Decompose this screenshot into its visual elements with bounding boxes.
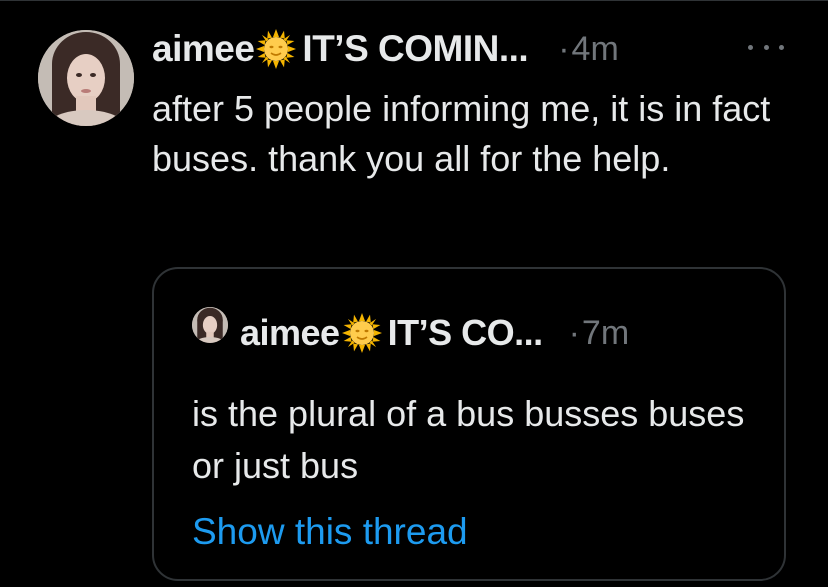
quote-author-name: aimee	[240, 312, 340, 353]
avatar[interactable]	[38, 30, 134, 126]
tweet: aimee IT’S COMIN... · 4m after 5 people …	[0, 0, 828, 587]
show-thread-link[interactable]: Show this thread	[192, 504, 468, 560]
more-dot	[763, 44, 769, 50]
quote-text: is the plural of a bus busses buses or j…	[192, 393, 745, 486]
sun-with-face-icon	[341, 313, 382, 353]
timestamp[interactable]: 4m	[572, 30, 619, 69]
more-options-icon[interactable]	[748, 36, 784, 58]
tweet-text: after 5 people informing me, it is in fa…	[152, 88, 771, 179]
quote-avatar-photo	[192, 307, 228, 343]
quote-avatar	[192, 307, 228, 343]
more-dot	[748, 44, 753, 50]
separator-dot: ·	[558, 29, 570, 68]
quote-header: aimee IT’S CO... · 7m	[240, 308, 629, 358]
quote-display-name-suffix: IT’S CO...	[387, 312, 544, 353]
more-dot	[779, 44, 784, 50]
avatar-photo	[38, 30, 134, 126]
quote-separator-dot: ·	[568, 313, 580, 352]
quote-timestamp: 7m	[581, 313, 630, 352]
tweet-header: aimee IT’S COMIN... · 4m	[152, 24, 619, 74]
display-name-suffix[interactable]: IT’S COMIN...	[302, 28, 528, 70]
sun-with-face-icon	[256, 29, 297, 69]
author-name[interactable]: aimee	[152, 28, 255, 70]
